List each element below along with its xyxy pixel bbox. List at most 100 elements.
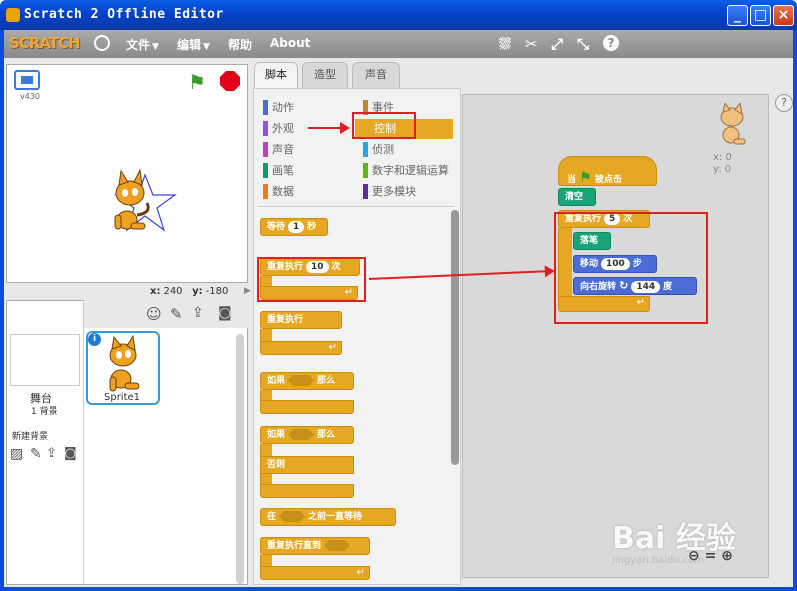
menu-edit[interactable]: 编辑 ▼ [177, 36, 210, 53]
category-sound[interactable]: 声音 [263, 141, 353, 162]
window-border [793, 30, 797, 591]
upload-sprite-icon[interactable]: ⇪ [192, 305, 204, 321]
wait-until-condition-slot[interactable] [279, 511, 306, 522]
block-if-else[interactable]: 如果 那么 [260, 426, 354, 444]
category-sensing[interactable]: 侦测 [363, 141, 461, 162]
block-if-else-then-label: 那么 [317, 430, 336, 440]
annotation-box-control [352, 112, 416, 139]
stage-thumbnail[interactable] [10, 334, 80, 386]
minimize-button[interactable]: _ [727, 5, 748, 26]
if-else-condition-slot[interactable] [288, 429, 315, 440]
delete-scissors-icon[interactable]: ✂ [525, 35, 538, 53]
palette-divider [258, 206, 454, 207]
category-more-blocks-label: 更多模块 [372, 185, 416, 198]
repeat-until-label: 重复执行直到 [267, 541, 322, 551]
menu-file[interactable]: 文件 ▼ [126, 36, 159, 53]
zoom-reset-button[interactable]: = [705, 548, 717, 564]
new-backdrop-label: 新建背景 [12, 432, 49, 442]
coord-y-label: y: [192, 286, 203, 297]
zoom-controls: ⊖ = ⊕ [688, 548, 733, 564]
stop-sign-icon[interactable] [220, 71, 240, 91]
category-looks-label: 外观 [272, 122, 294, 135]
repeat-until-c-foot: ↵ [260, 566, 370, 580]
tab-sounds[interactable]: 声音 [352, 62, 400, 88]
hat-when-label: 当 [567, 175, 577, 185]
if-condition-slot[interactable] [288, 375, 315, 386]
stage-canvas[interactable] [6, 64, 248, 283]
if-else-c-arm-bottom [260, 474, 272, 484]
menu-help[interactable]: 帮助 [228, 36, 252, 53]
sprite-info-button[interactable]: i [88, 333, 101, 346]
forever-c-arm [260, 329, 272, 341]
category-list-left: 动作 外观 声音 画笔 数据 [263, 99, 353, 204]
camera-icon[interactable]: ◙ [218, 305, 232, 321]
language-globe-icon[interactable] [94, 35, 110, 51]
category-sensing-label: 侦测 [372, 143, 394, 156]
tab-scripts[interactable]: 脚本 [254, 62, 298, 88]
app-icon [6, 8, 20, 22]
block-wait-until[interactable]: 在 之前一直等待 [260, 508, 396, 526]
repeat-until-condition-slot[interactable] [324, 540, 351, 551]
sprite-list-scrollbar[interactable] [236, 334, 244, 584]
coord-y-value: -180 [205, 286, 229, 297]
category-motion[interactable]: 动作 [263, 99, 353, 120]
palette-scrollbar[interactable] [451, 210, 459, 465]
forever-c-foot: ↵ [260, 341, 342, 355]
menu-bar [4, 30, 793, 58]
category-pen-label: 画笔 [272, 164, 294, 177]
hat-flag-icon: ⚑ [579, 170, 592, 186]
block-if-then[interactable]: 如果 那么 [260, 372, 354, 390]
block-forever[interactable]: 重复执行 [260, 311, 342, 329]
collapse-arrow-icon[interactable]: ▶ [244, 286, 251, 296]
sprite-x-label: x: [713, 152, 723, 163]
backdrop-library-icon[interactable]: ▨ [10, 446, 23, 462]
cat-thumbnail [109, 335, 140, 392]
close-button[interactable]: × [773, 5, 794, 26]
block-then-label: 那么 [317, 376, 336, 386]
upload-backdrop-icon[interactable]: ⇪ [46, 446, 57, 461]
paint-backdrop-icon[interactable]: ✎ [30, 446, 42, 462]
grow-icon[interactable]: ⤢ [551, 35, 563, 53]
script-when-flag-clicked[interactable]: 当 ⚑ 被点击 [558, 156, 657, 186]
block-repeat-until[interactable]: 重复执行直到 [260, 537, 370, 555]
coord-x-value: 240 [163, 286, 183, 297]
category-sound-label: 声音 [272, 143, 294, 156]
if-else-c-foot [260, 484, 354, 498]
paint-brush-icon[interactable]: ✎ [170, 305, 183, 323]
current-sprite-cat-icon [714, 101, 750, 147]
category-operators-label: 数字和逻辑运算 [372, 164, 449, 177]
tab-costumes[interactable]: 造型 [302, 62, 348, 88]
version-label: v430 [20, 92, 41, 101]
repeat-until-c-arm [260, 555, 272, 566]
block-wait[interactable]: 等待 1 秒 [260, 218, 328, 236]
if-c-arm [260, 390, 272, 400]
category-data[interactable]: 数据 [263, 183, 353, 204]
script-clear[interactable]: 清空 [558, 188, 596, 206]
menu-file-label: 文件 [126, 38, 151, 52]
sprite-y-value: 0 [724, 164, 732, 175]
category-pen[interactable]: 画笔 [263, 162, 353, 183]
choose-sprite-from-library-icon[interactable]: ☺ [146, 305, 162, 323]
shrink-icon[interactable]: ⤡ [577, 35, 589, 53]
duplicate-stamp-icon[interactable]: ⛆ [499, 35, 511, 53]
stage-drawing [114, 168, 177, 232]
fullscreen-button[interactable] [14, 70, 40, 90]
green-flag-icon[interactable]: ⚑ [188, 70, 206, 94]
menu-about[interactable]: About [270, 36, 310, 50]
sprite-x-value: 0 [725, 152, 732, 163]
wait-input[interactable]: 1 [288, 221, 305, 233]
menu-edit-label: 编辑 [177, 38, 202, 52]
category-operators[interactable]: 数字和逻辑运算 [363, 162, 461, 183]
help-button[interactable]: ? [775, 94, 793, 112]
block-help-icon[interactable]: ? [603, 35, 619, 51]
sprite-pane-divider [83, 301, 84, 584]
mouse-coordinates: x: 240 y: -180 [150, 286, 228, 297]
wait-until-pre-label: 在 [267, 512, 277, 522]
maximize-button[interactable]: □ [750, 5, 771, 26]
zoom-out-button[interactable]: ⊖ [688, 548, 700, 564]
if-else-c-arm-top [260, 444, 272, 456]
backdrop-camera-icon[interactable]: ◙ [64, 446, 77, 461]
zoom-in-button[interactable]: ⊕ [721, 548, 733, 564]
category-more-blocks[interactable]: 更多模块 [363, 183, 461, 204]
scratch-logo[interactable]: SCRATCH [9, 34, 81, 52]
